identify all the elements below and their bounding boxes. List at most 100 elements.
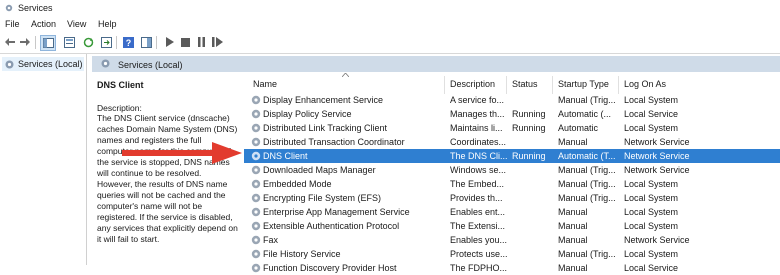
cell-logon: Network Service xyxy=(624,151,690,161)
help-icon[interactable]: ? xyxy=(121,35,135,49)
services-gear-icon xyxy=(5,4,13,12)
cell-description: Enables you... xyxy=(450,235,508,245)
cell-logon: Local System xyxy=(624,193,679,203)
table-row[interactable]: Function Discovery Provider Host The FDPH… xyxy=(244,261,780,275)
services-header-title: Services (Local) xyxy=(118,60,183,70)
table-row[interactable]: DNS Client The DNS Cli... Running Automatic… xyxy=(244,149,780,163)
menu-action[interactable]: Action xyxy=(31,19,56,29)
back-icon[interactable] xyxy=(3,35,17,49)
show-hide-console-tree-icon[interactable] xyxy=(40,35,56,51)
table-row[interactable]: Embedded Mode The Embed... Manual (Trig...… xyxy=(244,177,780,191)
table-row[interactable]: Fax Enables you... Manual Network Service xyxy=(244,233,780,247)
cell-name: Embedded Mode xyxy=(263,179,332,189)
cell-logon: Local System xyxy=(624,249,679,259)
svg-text:?: ? xyxy=(125,38,131,48)
properties-icon[interactable] xyxy=(62,35,76,49)
cell-logon: Local System xyxy=(624,179,679,189)
tree-item-label: Services (Local) xyxy=(18,59,83,69)
cell-name: Enterprise App Management Service xyxy=(263,207,410,217)
services-header-strip xyxy=(92,56,780,72)
sort-ascending-icon xyxy=(342,73,349,77)
pause-icon[interactable] xyxy=(194,35,208,49)
table-row[interactable]: Display Enhancement Service A service fo.… xyxy=(244,93,780,107)
service-gear-icon xyxy=(251,221,261,231)
service-gear-icon xyxy=(251,123,261,133)
description-line: will continue to be resolved. xyxy=(97,168,202,178)
cell-logon: Local System xyxy=(624,95,679,105)
services-list: Display Enhancement Service A service fo.… xyxy=(244,93,780,273)
table-row[interactable]: Distributed Transaction Coordinator Coord… xyxy=(244,135,780,149)
cell-description: The Embed... xyxy=(450,179,505,189)
table-row[interactable]: Enterprise App Management Service Enables… xyxy=(244,205,780,219)
services-gear-icon xyxy=(101,59,110,68)
services-gear-icon xyxy=(5,60,14,68)
cell-name: DNS Client xyxy=(263,151,308,161)
toolbar: ? xyxy=(0,32,780,54)
cell-description: Windows se... xyxy=(450,165,507,175)
cell-name: Distributed Transaction Coordinator xyxy=(263,137,405,147)
cell-startup: Manual (Trig... xyxy=(558,249,616,259)
cell-description: A service fo... xyxy=(450,95,505,105)
cell-name: Fax xyxy=(263,235,279,245)
cell-startup: Manual (Trig... xyxy=(558,95,616,105)
column-header-status[interactable]: Status xyxy=(512,79,538,89)
table-row[interactable]: Distributed Link Tracking Client Maintain… xyxy=(244,121,780,135)
menu-view[interactable]: View xyxy=(67,19,86,29)
cell-startup: Manual (Trig... xyxy=(558,165,616,175)
column-header-startup-type[interactable]: Startup Type xyxy=(558,79,609,89)
restart-icon[interactable] xyxy=(210,35,224,49)
service-gear-icon xyxy=(251,165,261,175)
cell-name: Display Enhancement Service xyxy=(263,95,384,105)
stop-icon[interactable] xyxy=(178,35,192,49)
export-list-icon[interactable] xyxy=(99,35,113,49)
column-header-description[interactable]: Description xyxy=(450,79,495,89)
title-bar: Services xyxy=(0,0,780,17)
cell-startup: Automatic xyxy=(558,123,599,133)
cell-startup: Automatic (T... xyxy=(558,151,616,161)
description-line: However, the results of DNS name xyxy=(97,179,228,189)
service-gear-icon xyxy=(251,249,261,259)
cell-logon: Local Service xyxy=(624,109,679,119)
cell-name: Extensible Authentication Protocol xyxy=(263,221,400,231)
forward-icon[interactable] xyxy=(18,35,32,49)
refresh-icon[interactable] xyxy=(81,35,95,49)
cell-description: Protects use... xyxy=(450,249,508,259)
table-row[interactable]: Display Policy Service Manages th... Runni… xyxy=(244,107,780,121)
cell-status: Running xyxy=(512,123,546,133)
column-header-log-on-as[interactable]: Log On As xyxy=(624,79,666,89)
cell-logon: Local System xyxy=(624,221,679,231)
table-row[interactable]: Encrypting File System (EFS) Provides th.… xyxy=(244,191,780,205)
cell-name: Distributed Link Tracking Client xyxy=(263,123,388,133)
table-row[interactable]: Extensible Authentication Protocol The Ex… xyxy=(244,219,780,233)
service-gear-icon xyxy=(251,263,261,273)
cell-description: Enables ent... xyxy=(450,207,506,217)
service-gear-icon xyxy=(251,151,261,161)
description-text: The DNS Client service (dnscache) caches … xyxy=(97,113,243,245)
console-tree: Services (Local) xyxy=(0,54,87,265)
cell-description: The DNS Cli... xyxy=(450,151,508,161)
cell-status: Running xyxy=(512,109,546,119)
cell-name: Downloaded Maps Manager xyxy=(263,165,376,175)
column-header-name[interactable]: Name xyxy=(253,79,277,89)
menu-file[interactable]: File xyxy=(5,19,20,29)
menu-help[interactable]: Help xyxy=(98,19,117,29)
description-line: queries will not be cached and the xyxy=(97,190,226,200)
description-line: The DNS Client service (dnscache) xyxy=(97,113,230,123)
service-gear-icon xyxy=(251,137,261,147)
service-gear-icon xyxy=(251,179,261,189)
cell-name: Display Policy Service xyxy=(263,109,352,119)
cell-status: Running xyxy=(512,151,546,161)
start-icon[interactable] xyxy=(162,35,176,49)
tree-item-services-local[interactable]: Services (Local) xyxy=(2,57,84,71)
description-line: computer's name will not be xyxy=(97,201,203,211)
cell-startup: Manual (Trig... xyxy=(558,193,616,203)
cell-startup: Manual (Trig... xyxy=(558,179,616,189)
table-row[interactable]: Downloaded Maps Manager Windows se... Manu… xyxy=(244,163,780,177)
cell-description: Maintains li... xyxy=(450,123,503,133)
cell-description: The Extensi... xyxy=(450,221,506,231)
view-icon[interactable] xyxy=(139,35,153,49)
table-row[interactable]: File History Service Protects use... Manua… xyxy=(244,247,780,261)
cell-name: File History Service xyxy=(263,249,341,259)
description-line: registered. If the service is disabled, xyxy=(97,212,233,222)
service-gear-icon xyxy=(251,235,261,245)
